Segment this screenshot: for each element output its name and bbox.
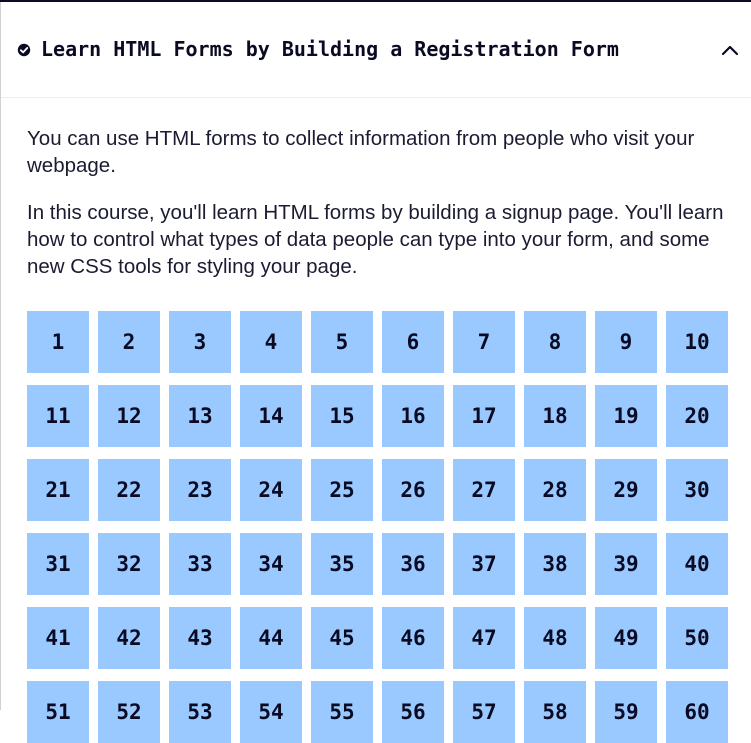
step-button[interactable]: 59 bbox=[595, 681, 657, 743]
chevron-up-icon bbox=[721, 45, 739, 56]
step-button[interactable]: 47 bbox=[453, 607, 515, 669]
step-button[interactable]: 53 bbox=[169, 681, 231, 743]
step-button[interactable]: 23 bbox=[169, 459, 231, 521]
step-button[interactable]: 15 bbox=[311, 385, 373, 447]
description-paragraph: You can use HTML forms to collect inform… bbox=[27, 127, 695, 177]
step-button[interactable]: 11 bbox=[27, 385, 89, 447]
step-button[interactable]: 24 bbox=[240, 459, 302, 521]
step-button[interactable]: 12 bbox=[98, 385, 160, 447]
step-button[interactable]: 60 bbox=[666, 681, 728, 743]
step-button[interactable]: 37 bbox=[453, 533, 515, 595]
step-button[interactable]: 7 bbox=[453, 311, 515, 373]
step-button[interactable]: 39 bbox=[595, 533, 657, 595]
step-button[interactable]: 34 bbox=[240, 533, 302, 595]
step-button[interactable]: 3 bbox=[169, 311, 231, 373]
step-button[interactable]: 48 bbox=[524, 607, 586, 669]
step-button[interactable]: 45 bbox=[311, 607, 373, 669]
step-button[interactable]: 57 bbox=[453, 681, 515, 743]
step-button[interactable]: 27 bbox=[453, 459, 515, 521]
step-button[interactable]: 46 bbox=[382, 607, 444, 669]
step-button[interactable]: 16 bbox=[382, 385, 444, 447]
step-button[interactable]: 58 bbox=[524, 681, 586, 743]
step-button[interactable]: 35 bbox=[311, 533, 373, 595]
step-button[interactable]: 32 bbox=[98, 533, 160, 595]
step-button[interactable]: 52 bbox=[98, 681, 160, 743]
check-circle-icon bbox=[17, 42, 31, 57]
description-paragraph: In this course, you'll learn HTML forms … bbox=[27, 201, 724, 278]
collapse-button[interactable] bbox=[719, 40, 741, 60]
step-button[interactable]: 56 bbox=[382, 681, 444, 743]
step-button[interactable]: 41 bbox=[27, 607, 89, 669]
step-button[interactable]: 33 bbox=[169, 533, 231, 595]
step-button[interactable]: 26 bbox=[382, 459, 444, 521]
course-title: Learn HTML Forms by Building a Registrat… bbox=[41, 37, 619, 61]
step-button[interactable]: 49 bbox=[595, 607, 657, 669]
step-button[interactable]: 51 bbox=[27, 681, 89, 743]
step-button[interactable]: 30 bbox=[666, 459, 728, 521]
step-button[interactable]: 9 bbox=[595, 311, 657, 373]
step-button[interactable]: 21 bbox=[27, 459, 89, 521]
course-description: You can use HTML forms to collect inform… bbox=[27, 125, 727, 300]
step-button[interactable]: 40 bbox=[666, 533, 728, 595]
left-border bbox=[0, 2, 1, 710]
step-button[interactable]: 5 bbox=[311, 311, 373, 373]
step-button[interactable]: 31 bbox=[27, 533, 89, 595]
step-button[interactable]: 44 bbox=[240, 607, 302, 669]
step-button[interactable]: 22 bbox=[98, 459, 160, 521]
step-button[interactable]: 2 bbox=[98, 311, 160, 373]
step-button[interactable]: 1 bbox=[27, 311, 89, 373]
step-button[interactable]: 6 bbox=[382, 311, 444, 373]
step-button[interactable]: 19 bbox=[595, 385, 657, 447]
step-button[interactable]: 36 bbox=[382, 533, 444, 595]
step-button[interactable]: 42 bbox=[98, 607, 160, 669]
step-button[interactable]: 55 bbox=[311, 681, 373, 743]
step-button[interactable]: 20 bbox=[666, 385, 728, 447]
step-button[interactable]: 28 bbox=[524, 459, 586, 521]
step-button[interactable]: 38 bbox=[524, 533, 586, 595]
step-button[interactable]: 17 bbox=[453, 385, 515, 447]
step-button[interactable]: 25 bbox=[311, 459, 373, 521]
step-button[interactable]: 29 bbox=[595, 459, 657, 521]
step-button[interactable]: 8 bbox=[524, 311, 586, 373]
step-button[interactable]: 50 bbox=[666, 607, 728, 669]
step-button[interactable]: 4 bbox=[240, 311, 302, 373]
step-button[interactable]: 54 bbox=[240, 681, 302, 743]
step-button[interactable]: 14 bbox=[240, 385, 302, 447]
step-button[interactable]: 10 bbox=[666, 311, 728, 373]
step-button[interactable]: 43 bbox=[169, 607, 231, 669]
step-button[interactable]: 13 bbox=[169, 385, 231, 447]
course-header[interactable]: Learn HTML Forms by Building a Registrat… bbox=[1, 2, 751, 98]
step-button[interactable]: 18 bbox=[524, 385, 586, 447]
